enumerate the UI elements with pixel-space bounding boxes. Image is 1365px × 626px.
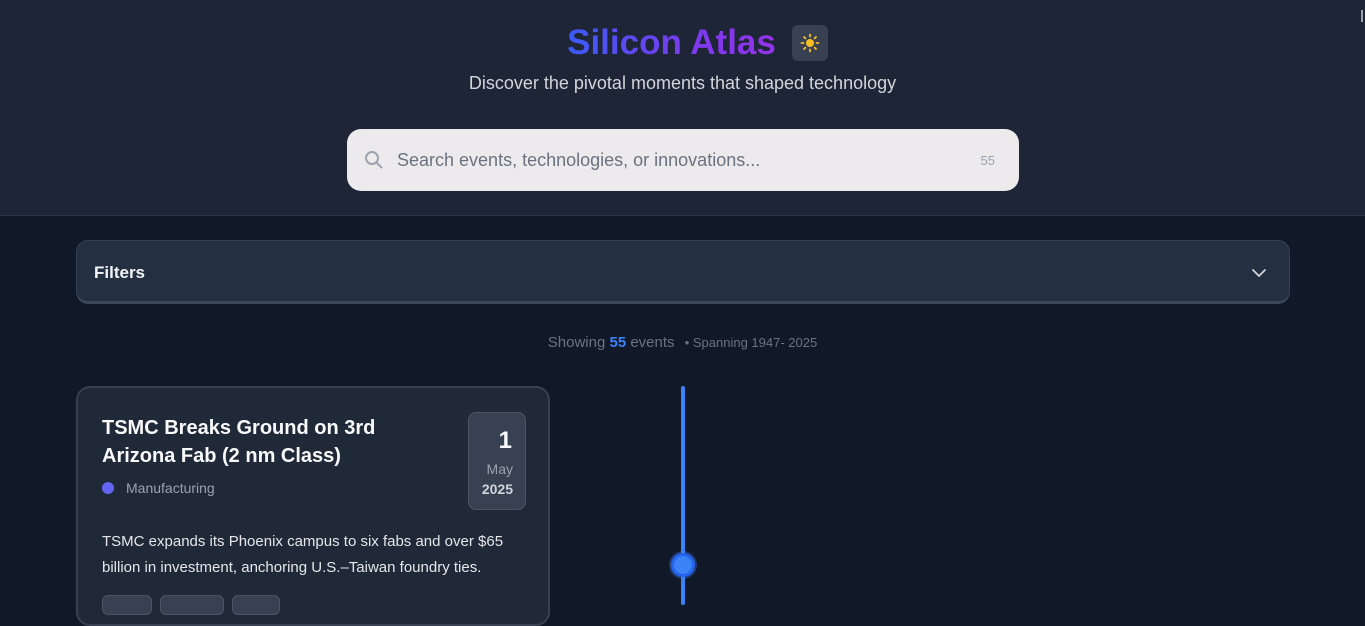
event-tag[interactable] <box>102 595 152 615</box>
title-row: Silicon Atlas <box>0 22 1365 64</box>
search-input[interactable] <box>395 129 955 191</box>
category-dot-icon <box>102 482 114 494</box>
date-day: 1 <box>498 427 512 454</box>
event-title: TSMC Breaks Ground on 3rd Arizona Fab (2… <box>102 417 376 467</box>
date-year: 2025 <box>481 481 513 497</box>
timeline-marker[interactable] <box>671 553 695 577</box>
app-title: Silicon Atlas <box>567 23 776 62</box>
page-subtitle: Discover the pivotal moments that shaped… <box>468 73 897 93</box>
summary-prefix: Showing <box>547 334 606 351</box>
search-result-count: 55 <box>980 153 995 168</box>
date-badge: 1 May 2025 <box>468 412 526 510</box>
summary-span: • Spanning 1947- 2025 <box>684 335 818 350</box>
sun-icon <box>800 33 820 53</box>
event-card[interactable]: TSMC Breaks Ground on 3rd Arizona Fab (2… <box>76 386 550 626</box>
scrollbar-indicator[interactable] <box>1361 10 1363 22</box>
event-description: TSMC expands its Phoenix campus to six f… <box>102 533 504 576</box>
category-label: Manufacturing <box>126 480 215 496</box>
event-category: Manufacturing <box>102 480 215 496</box>
filters-panel-toggle[interactable]: Filters <box>76 240 1290 304</box>
results-summary: Showing 55 events • Spanning 1947- 2025 <box>0 334 1365 351</box>
chevron-down-icon <box>1252 269 1266 277</box>
event-tag[interactable] <box>160 595 224 615</box>
search-box[interactable]: 55 <box>347 129 1019 191</box>
page-header: Silicon Atlas Discover the pivotal momen… <box>0 0 1365 216</box>
theme-toggle-button[interactable] <box>791 25 828 61</box>
search-icon <box>365 151 383 169</box>
date-month: May <box>486 461 513 477</box>
summary-suffix: events <box>630 334 675 351</box>
event-tags <box>102 595 280 615</box>
summary-count: 55 <box>609 334 627 351</box>
filters-label: Filters <box>94 263 146 282</box>
event-tag[interactable] <box>232 595 280 615</box>
